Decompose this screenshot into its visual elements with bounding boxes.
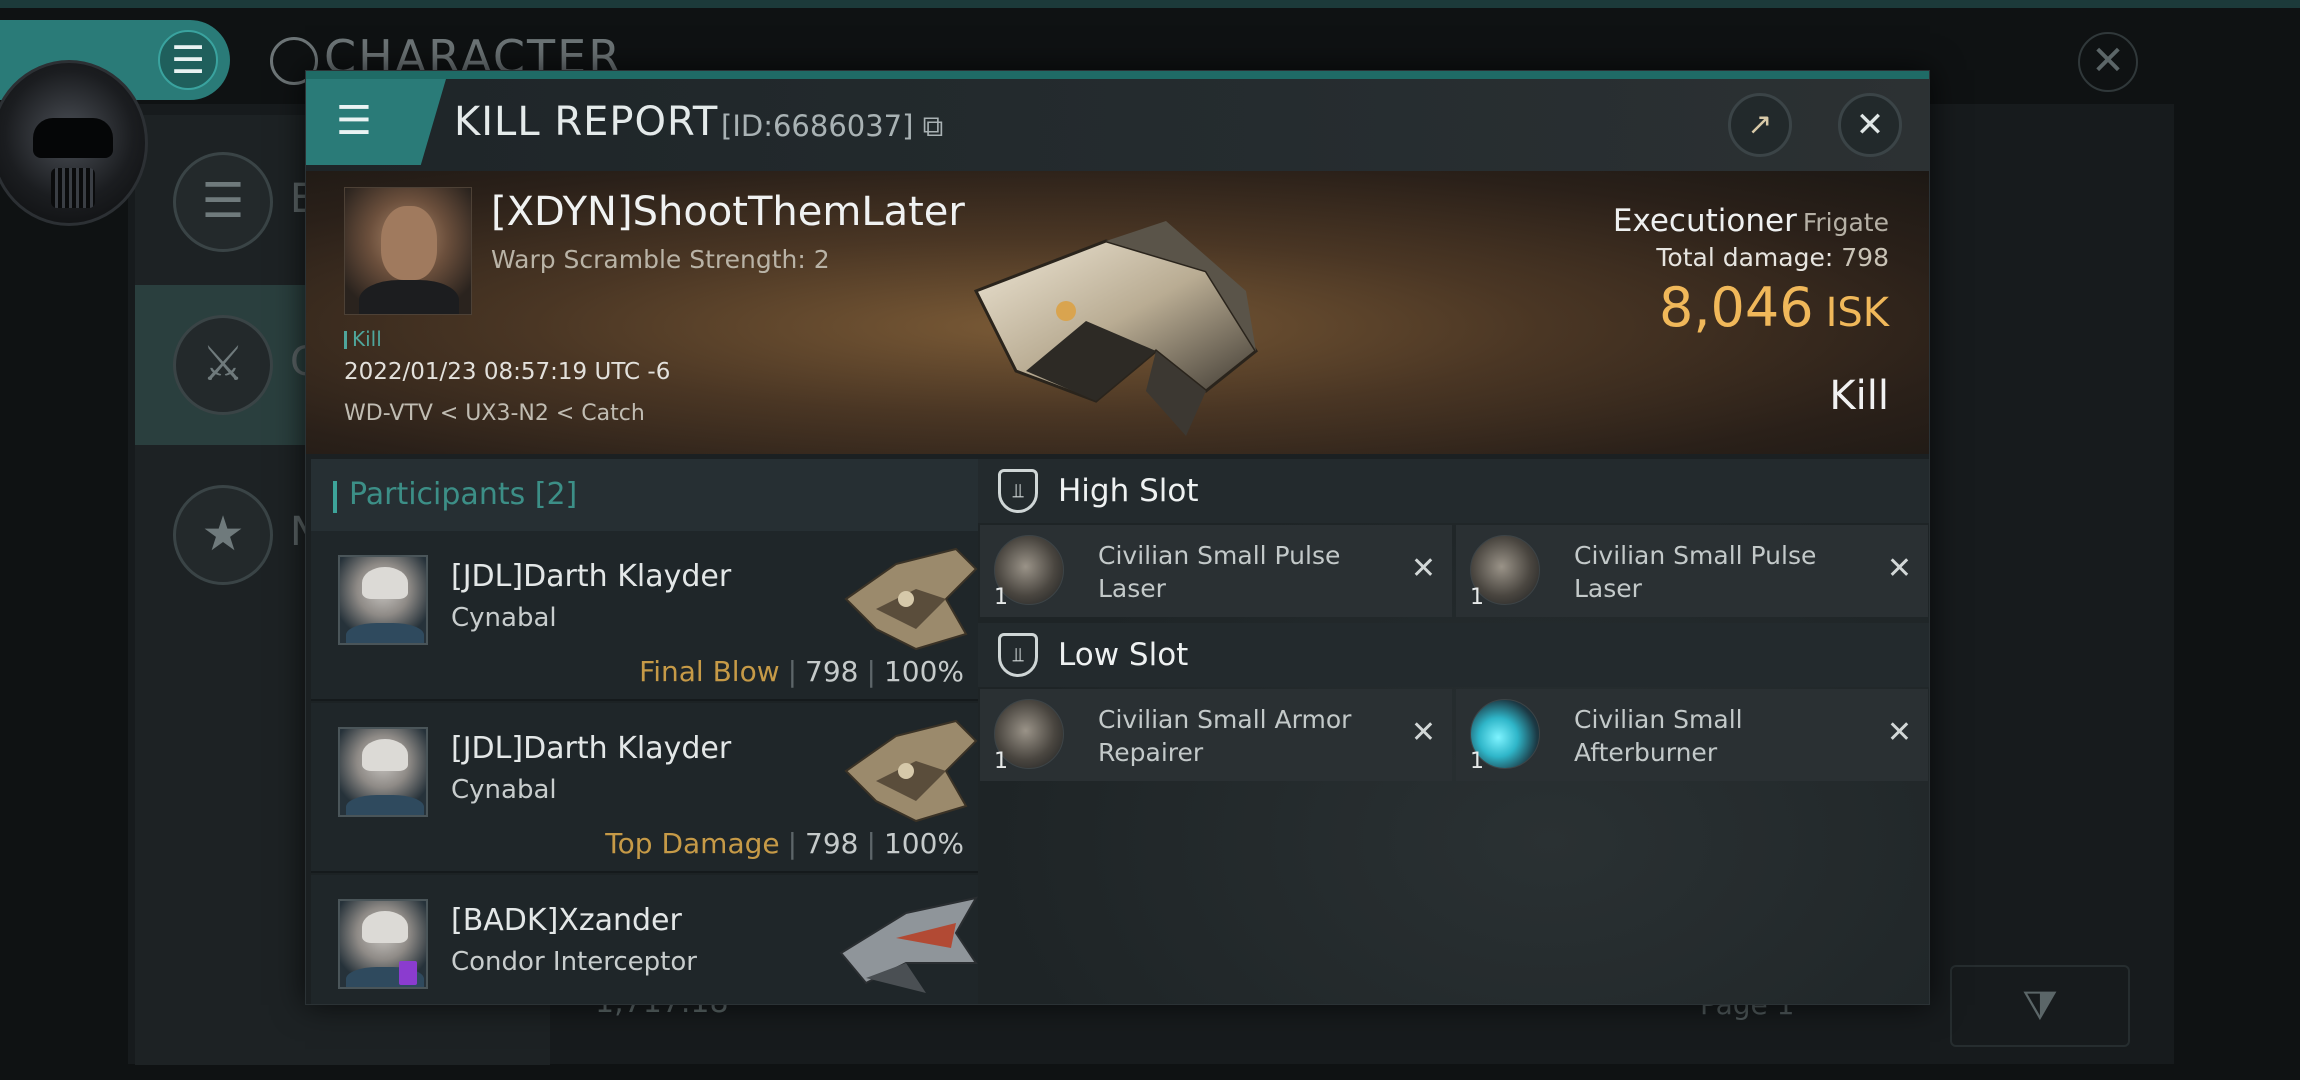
fitting-panel: ⫫ High Slot 1 Civilian Small Pulse Laser… xyxy=(978,459,1929,1004)
player-avatar[interactable] xyxy=(0,60,148,226)
portrait-suit xyxy=(346,623,424,643)
close-icon: ✕ xyxy=(1855,105,1885,145)
ship-type[interactable]: Executioner Frigate xyxy=(1613,203,1889,239)
module-item[interactable]: 1 Civilian Small Armor Repairer ✕ xyxy=(980,689,1452,781)
participant-stats: Top Damage | 798 | 100% xyxy=(605,827,964,860)
destroyed-x-icon: ✕ xyxy=(1410,551,1436,586)
participant-stats: Final Blow | 798 | 100% xyxy=(639,655,964,688)
module-name: Civilian Small Pulse Laser xyxy=(1574,541,1817,603)
low-slot-icon: ⫫ xyxy=(998,633,1038,677)
isk-unit: ISK xyxy=(1825,290,1889,336)
kill-location[interactable]: WD-VTV < UX3-N2 < Catch xyxy=(344,401,645,426)
list-icon: ☰ xyxy=(173,152,273,252)
portrait-suit xyxy=(346,795,424,815)
participant-ship: Condor Interceptor xyxy=(451,947,697,977)
hamburger-icon: ☰ xyxy=(336,98,372,144)
participant-ship-image xyxy=(839,896,978,993)
portrait-hair xyxy=(362,567,408,599)
ship-class: Frigate xyxy=(1802,208,1889,237)
slot-title: Low Slot xyxy=(1058,637,1189,673)
destroyed-x-icon: ✕ xyxy=(1886,551,1912,586)
module-qty: 1 xyxy=(994,585,1008,610)
participants-panel: Participants [2] [JDL]Darth Klayder Cyna… xyxy=(311,459,978,1004)
ship-name: Executioner xyxy=(1612,203,1797,239)
victim-subtitle: Warp Scramble Strength: 2 xyxy=(491,245,830,274)
kill-datetime: 2022/01/23 08:57:19 UTC -6 xyxy=(344,359,671,385)
high-slot-icon: ⫫ xyxy=(998,469,1038,513)
participant-ship: Cynabal xyxy=(451,603,557,633)
total-damage: Total damage: 798 xyxy=(1656,243,1889,272)
window-title: KILL REPORT xyxy=(454,99,719,145)
participant-role: Final Blow xyxy=(639,655,780,688)
kill-report-id[interactable]: [ID:6686037] ⧉ xyxy=(721,109,943,144)
portrait-hair xyxy=(362,739,408,771)
participant-row[interactable]: [JDL]Darth Klayder Cynabal Final Blow | 79… xyxy=(311,531,978,701)
top-accent-line xyxy=(0,0,2300,8)
participant-percent: 100% xyxy=(883,827,964,860)
hamburger-icon: ☰ xyxy=(158,30,218,90)
total-damage-label: Total damage: xyxy=(1656,243,1834,272)
background-close-icon[interactable]: ✕ xyxy=(2078,32,2138,92)
avatar-grill xyxy=(51,168,95,208)
participant-row[interactable]: [BADK]Xzander Condor Interceptor xyxy=(311,875,978,1004)
module-name: Civilian Small Afterburner xyxy=(1574,705,1743,767)
module-qty: 1 xyxy=(1470,749,1484,774)
participant-row[interactable]: [JDL]Darth Klayder Cynabal Top Damage | 79… xyxy=(311,703,978,873)
participants-title: Participants [2] xyxy=(349,477,578,512)
corp-badge-icon xyxy=(399,961,417,985)
victim-name[interactable]: [XDYN]ShootThemLater xyxy=(491,189,965,235)
module-item[interactable]: 1 Civilian Small Afterburner ✕ xyxy=(1456,689,1928,781)
star-badge-icon: ★ xyxy=(173,485,273,585)
portrait-body xyxy=(359,280,459,314)
kill-report-window: ☰ KILL REPORT [ID:6686037] ⧉ ↗ ✕ [XDYN]S… xyxy=(305,70,1930,1005)
participant-ship: Cynabal xyxy=(451,775,557,805)
filter-icon[interactable]: ⧩ xyxy=(1950,965,2130,1047)
close-button[interactable]: ✕ xyxy=(1838,93,1902,157)
participant-ship-image xyxy=(844,719,978,823)
share-icon: ↗ xyxy=(1747,107,1773,142)
copy-icon[interactable]: ⧉ xyxy=(923,109,944,143)
module-qty: 1 xyxy=(1470,585,1484,610)
kill-report-id-text: [ID:6686037] xyxy=(721,109,914,143)
share-button[interactable]: ↗ xyxy=(1728,93,1792,157)
participant-portrait[interactable] xyxy=(338,727,428,817)
participant-portrait[interactable] xyxy=(338,555,428,645)
outcome-label: Kill xyxy=(1829,373,1889,419)
module-name: Civilian Small Armor Repairer xyxy=(1098,705,1352,767)
participant-name: [BADK]Xzander xyxy=(451,903,682,938)
isk-value: 8,046 ISK xyxy=(1659,276,1889,339)
total-damage-value: 798 xyxy=(1841,243,1889,272)
module-qty: 1 xyxy=(994,749,1008,774)
high-slot-header: ⫫ High Slot xyxy=(978,459,1929,523)
module-item[interactable]: 1 Civilian Small Pulse Laser ✕ xyxy=(1456,525,1928,617)
module-name: Civilian Small Pulse Laser xyxy=(1098,541,1341,603)
low-slot-header: ⫫ Low Slot xyxy=(978,623,1929,687)
participant-name: [JDL]Darth Klayder xyxy=(451,731,732,766)
participant-damage: 798 xyxy=(805,655,859,688)
participant-role: Top Damage xyxy=(605,827,780,860)
destroyed-x-icon: ✕ xyxy=(1410,715,1436,750)
module-item[interactable]: 1 Civilian Small Pulse Laser ✕ xyxy=(980,525,1452,617)
window-accent-bar xyxy=(306,71,1929,79)
slot-title: High Slot xyxy=(1058,473,1199,509)
participant-percent: 100% xyxy=(883,655,964,688)
avatar-visor xyxy=(33,118,113,158)
participant-ship-image xyxy=(844,547,978,651)
header-accent-bar xyxy=(333,481,337,513)
isk-amount: 8,046 xyxy=(1658,276,1814,339)
participant-name: [JDL]Darth Klayder xyxy=(451,559,732,594)
participant-damage: 798 xyxy=(805,827,859,860)
portrait-head xyxy=(381,206,437,280)
kill-tag: Kill xyxy=(344,327,382,351)
victim-portrait[interactable] xyxy=(344,187,472,315)
destroyed-x-icon: ✕ xyxy=(1886,715,1912,750)
crossed-swords-icon: ⚔ xyxy=(173,315,273,415)
participants-header: Participants [2] xyxy=(311,459,978,531)
victim-ship-image[interactable] xyxy=(956,201,1286,441)
portrait-hair xyxy=(362,911,408,943)
